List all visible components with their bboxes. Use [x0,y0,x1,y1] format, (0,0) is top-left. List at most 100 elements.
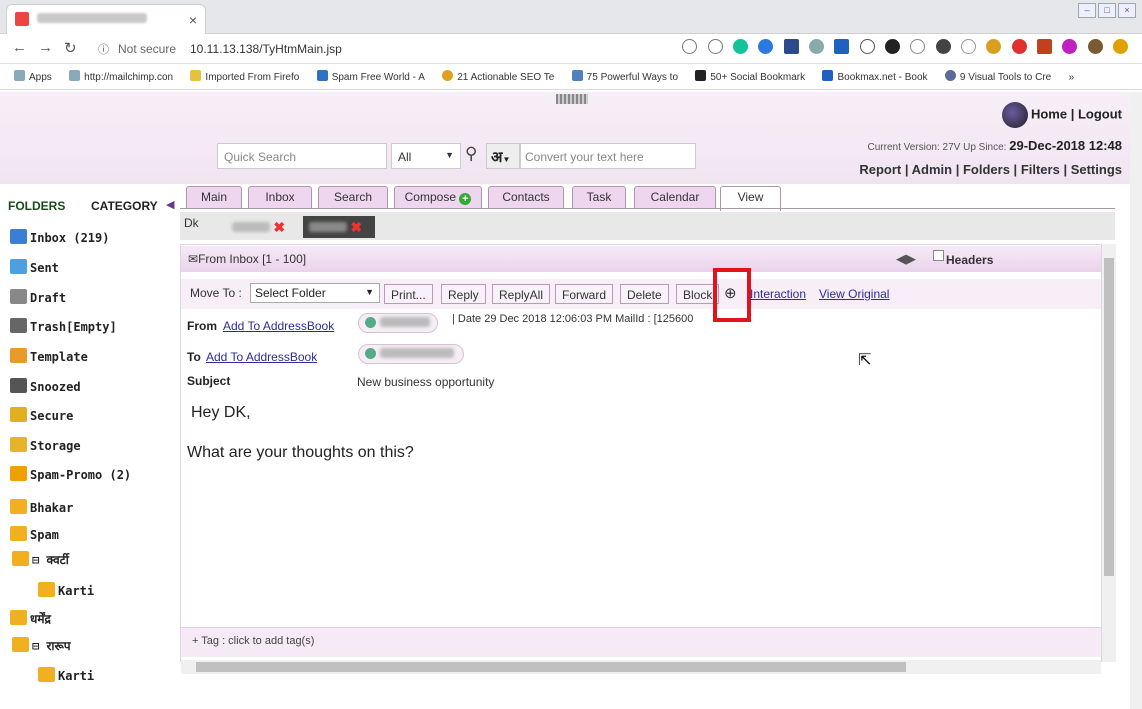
folder-item[interactable]: Secure [10,407,73,423]
bookmark-star-icon[interactable] [707,39,723,55]
prev-next-icon[interactable]: ◀▶ [896,251,916,267]
folder-item[interactable]: Spam-Promo (2) [10,466,131,482]
print-button[interactable]: Print... [384,284,433,304]
ext-compass-icon[interactable] [758,39,774,55]
forward-button[interactable]: Forward [555,284,614,304]
view-original-link[interactable]: View Original [819,287,889,301]
close-subtab-icon[interactable]: ✖ [350,219,362,235]
folder-item[interactable]: Sent [10,259,59,275]
menu-report[interactable]: Report [859,162,901,177]
folder-select[interactable]: Select Folder ▼ [250,283,380,303]
more-bookmarks[interactable]: » [1069,72,1075,83]
folder-item[interactable]: Spam [10,526,59,542]
bookmark-item[interactable]: Bookmax.net - Book [822,70,928,83]
menu-kebab-icon[interactable] [1113,39,1128,55]
ext-pen-icon[interactable] [960,39,976,55]
menu-folders[interactable]: Folders [963,162,1010,177]
minimize-icon[interactable]: – [1078,3,1096,18]
logout-link[interactable]: Logout [1078,106,1122,121]
tab-contacts[interactable]: Contacts [488,186,564,208]
url-text[interactable]: 10.11.13.138/TyHtmMain.jsp [190,42,342,56]
folder-item[interactable]: Karti [38,667,94,683]
folder-item[interactable]: ⊟ क्वर्टी [12,551,69,568]
zoom-icon[interactable] [682,39,698,55]
subtab-dk[interactable]: Dk [184,216,199,230]
bookmark-item[interactable]: http://mailchimp.con [69,70,173,83]
info-icon[interactable]: ⓘ [98,41,109,57]
tab-search[interactable]: Search [318,186,388,208]
tab-task[interactable]: Task [572,186,626,208]
headers-checkbox[interactable] [933,250,944,261]
bookmark-item[interactable]: Imported From Firefo [190,70,299,83]
tab-main[interactable]: Main [186,186,242,208]
folder-item[interactable]: Inbox (219) [10,229,109,245]
folder-item[interactable]: Snoozed [10,378,81,394]
folder-item[interactable]: Trash[Empty] [10,318,117,334]
sender-chip[interactable] [358,313,438,333]
ext-diamond-icon[interactable] [808,39,824,55]
forward-icon[interactable]: → [38,39,53,56]
recipient-chip[interactable] [358,344,464,364]
ext-braces-icon[interactable] [859,39,875,55]
search-icon[interactable]: ⚲ [465,144,477,164]
reply-all-button[interactable]: ReplyAll [492,284,551,304]
folders-header[interactable]: FOLDERS [8,199,65,213]
delete-button[interactable]: Delete [620,284,669,304]
collapse-sidebar-icon[interactable]: ◀ [166,198,174,211]
subtab-active-message[interactable]: ✖ [303,216,375,238]
folder-item[interactable]: Storage [10,437,81,453]
convert-text-input[interactable]: Convert your text here [520,143,696,169]
ext-mail-icon[interactable] [910,39,926,55]
back-icon[interactable]: ← [12,39,27,56]
ext-red-icon[interactable] [1011,39,1027,55]
page-scrollbar[interactable] [1130,92,1142,709]
ext-grammarly-icon[interactable] [732,39,748,55]
close-window-icon[interactable]: × [1118,3,1136,18]
menu-admin[interactable]: Admin [912,162,952,177]
category-header[interactable]: CATEGORY [91,199,158,213]
resize-grip-icon[interactable] [556,94,588,104]
folder-item[interactable]: Template [10,348,88,364]
user-avatar[interactable] [1001,102,1028,128]
profile-avatar-icon[interactable] [1087,39,1103,55]
horizontal-scroll-thumb[interactable] [196,662,906,672]
maximize-icon[interactable]: □ [1098,3,1116,18]
ext-blue-icon[interactable] [834,39,850,55]
home-link[interactable]: Home [1031,106,1067,121]
bookmark-item[interactable]: 50+ Social Bookmark [695,70,805,83]
reply-button[interactable]: Reply [441,284,486,304]
folder-item[interactable]: ⊟ रारूप [12,637,71,654]
add-to-addressbook-link[interactable]: Add To AddressBook [223,319,334,333]
add-to-addressbook-link[interactable]: Add To AddressBook [206,350,317,364]
browser-tab[interactable]: × [6,4,206,34]
add-tag-link[interactable]: + Tag : click to add tag(s) [192,635,314,647]
menu-filters[interactable]: Filters [1021,162,1060,177]
bookmark-item[interactable]: Spam Free World - A [316,70,425,83]
menu-settings[interactable]: Settings [1071,162,1122,177]
ext-gear-icon[interactable] [986,39,1002,55]
bookmark-item[interactable]: 9 Visual Tools to Cre [944,70,1051,83]
interaction-link[interactable]: Interaction [750,287,806,301]
ext-dark-icon[interactable] [884,39,900,55]
folder-item[interactable]: Karti [38,582,94,598]
vertical-scroll-thumb[interactable] [1104,258,1114,576]
bookmark-item[interactable]: 75 Powerful Ways to [571,70,678,83]
folder-item[interactable]: धर्मेंद्र [10,610,51,627]
ext-square-icon[interactable] [783,39,799,55]
close-subtab-icon[interactable]: ✖ [273,219,285,235]
tab-inbox[interactable]: Inbox [248,186,312,208]
folder-item[interactable]: Bhakar [10,499,73,515]
scope-select[interactable]: All ▼ [391,143,461,169]
bookmark-item[interactable]: 21 Actionable SEO Te [442,70,554,83]
reload-icon[interactable]: ↻ [64,39,77,57]
bookmark-apps[interactable]: Apps [14,70,52,83]
tab-calendar[interactable]: Calendar [634,186,716,208]
tab-close-icon[interactable]: × [189,12,197,28]
ext-dot-icon[interactable] [935,39,951,55]
ext-desc-icon[interactable] [1036,39,1052,55]
ext-circle-icon[interactable] [1062,39,1078,55]
quick-search-input[interactable]: Quick Search [217,143,387,169]
tab-compose[interactable]: Compose + [394,186,482,208]
subtab-message[interactable]: ✖ [226,216,301,238]
folder-item[interactable]: Draft [10,289,66,305]
